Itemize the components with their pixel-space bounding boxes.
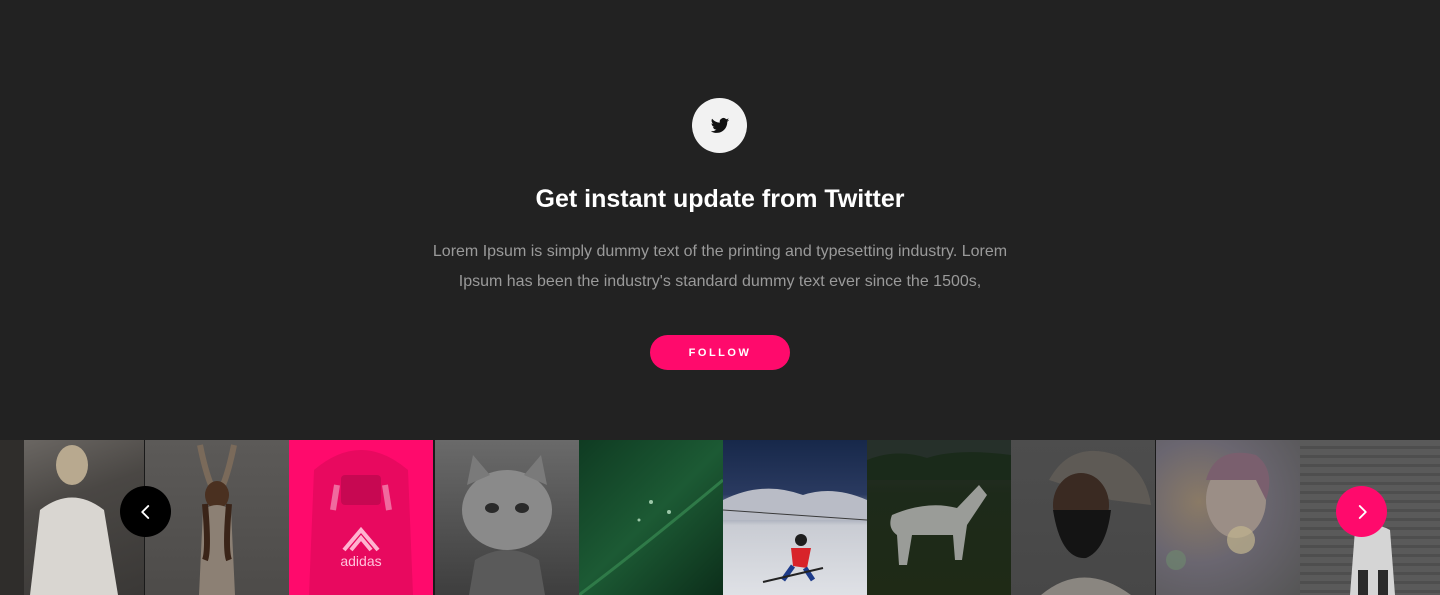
gallery-prev-button[interactable] <box>120 486 171 537</box>
gallery-item-3[interactable]: adidas <box>289 440 433 595</box>
instagram-gallery: adidas <box>0 440 1440 595</box>
twitter-icon-badge <box>692 98 747 153</box>
pink-hoodie-photo: adidas <box>309 450 413 595</box>
twitter-icon <box>710 117 729 133</box>
chevron-left-icon <box>140 504 149 519</box>
gallery-item-7[interactable] <box>867 440 1011 595</box>
gallery-item-5[interactable] <box>579 440 723 595</box>
gallery-item-8[interactable] <box>1011 440 1155 595</box>
skier-photo <box>723 488 867 583</box>
section-description: Lorem Ipsum is simply dummy text of the … <box>432 243 1008 290</box>
cat-photo <box>462 455 552 595</box>
twitter-follow-section: Get instant update from Twitter Lorem Ip… <box>0 0 1440 440</box>
gallery-next-button[interactable] <box>1336 486 1387 537</box>
woman-bokeh-photo <box>1166 452 1270 570</box>
section-title: Get instant update from Twitter <box>535 185 905 213</box>
leaf-photo <box>579 478 723 595</box>
horse-photo <box>867 440 1011 565</box>
gallery-item-4[interactable] <box>433 440 579 595</box>
bearded-man-photo <box>1041 450 1151 595</box>
gallery-item-9[interactable] <box>1155 440 1300 595</box>
chevron-right-icon <box>1358 504 1367 519</box>
follow-button[interactable]: FOLLOW <box>650 335 790 370</box>
adidas-logo-text: adidas <box>340 553 381 569</box>
gallery-item-6[interactable] <box>723 440 867 595</box>
